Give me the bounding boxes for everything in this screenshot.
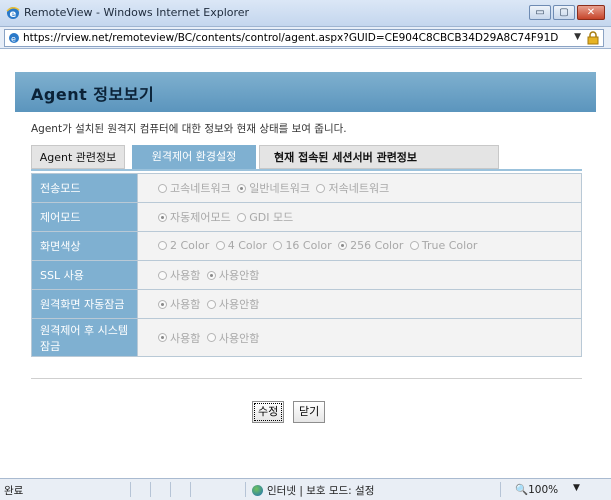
save-button[interactable]: 수정: [252, 401, 285, 423]
lock-icon[interactable]: [586, 31, 600, 45]
row-label: SSL 사용: [31, 260, 138, 290]
radio-option[interactable]: 저속네트워크: [316, 180, 389, 196]
radio-option[interactable]: 고속네트워크: [158, 180, 231, 196]
radio-icon[interactable]: [158, 183, 167, 193]
close-icon: ✕: [586, 7, 596, 18]
system-lock-options: 사용함 사용안함: [137, 318, 582, 357]
svg-text:e: e: [10, 9, 17, 20]
control-mode-options: 자동제어모드 GDI 모드: [137, 202, 582, 232]
row-label: 전송모드: [31, 173, 138, 203]
radio-icon[interactable]: [206, 299, 216, 309]
window-titlebar: e RemoteView - Windows Internet Explorer…: [0, 0, 611, 27]
row-label: 화면색상: [31, 231, 138, 261]
svg-text:e: e: [11, 35, 16, 44]
security-zone[interactable]: 인터넷 | 보호 모드: 설정: [252, 483, 374, 498]
radio-checked-icon[interactable]: [158, 212, 167, 222]
radio-icon[interactable]: [237, 212, 247, 222]
minimize-button[interactable]: ▭: [529, 5, 551, 20]
radio-option[interactable]: 2 Color: [158, 239, 209, 252]
page-content: Agent 정보보기 Agent가 설치된 원격지 컴퓨터에 대한 정보와 현재…: [5, 49, 606, 465]
divider: [190, 482, 191, 497]
row-label: 원격제어 후 시스템잠금: [31, 318, 138, 357]
maximize-icon: ▢: [559, 7, 569, 18]
transfer-mode-options: 고속네트워크 일반네트워크 저속네트워크: [137, 173, 582, 203]
radio-checked-icon[interactable]: [237, 183, 247, 193]
auto-lock-options: 사용함 사용안함: [137, 289, 582, 319]
radio-option[interactable]: 사용함: [158, 296, 200, 312]
divider: [130, 482, 131, 497]
radio-checked-icon[interactable]: [206, 270, 216, 280]
radio-checked-icon[interactable]: [158, 299, 167, 309]
page-description: Agent가 설치된 원격지 컴퓨터에 대한 정보와 현재 상태를 보여 줍니다…: [31, 123, 347, 135]
tab-session-server-info[interactable]: 현재 접속된 세션서버 관련정보: [259, 145, 499, 169]
radio-icon[interactable]: [316, 183, 326, 193]
page-title: Agent 정보보기: [31, 85, 155, 104]
table-row: 제어모드 자동제어모드 GDI 모드: [31, 202, 582, 232]
radio-icon[interactable]: [215, 241, 225, 250]
url-field[interactable]: e https://rview.net/remoteview/BC/conten…: [4, 29, 604, 47]
radio-icon[interactable]: [273, 241, 283, 250]
radio-option[interactable]: 사용안함: [206, 296, 259, 312]
row-label: 원격화면 자동잠금: [31, 289, 138, 319]
radio-icon[interactable]: [158, 270, 167, 280]
window-title: RemoteView - Windows Internet Explorer: [24, 6, 250, 19]
divider: [500, 482, 501, 497]
table-row: 원격제어 후 시스템잠금 사용함 사용안함: [31, 318, 582, 357]
ssl-options: 사용함 사용안함: [137, 260, 582, 290]
radio-checked-icon[interactable]: [158, 333, 167, 342]
radio-icon[interactable]: [206, 333, 216, 342]
address-bar: e https://rview.net/remoteview/BC/conten…: [0, 27, 611, 49]
radio-option[interactable]: 256 Color: [338, 239, 403, 252]
radio-option[interactable]: 사용함: [158, 267, 200, 283]
radio-option[interactable]: True Color: [409, 239, 477, 252]
close-window-button[interactable]: ✕: [577, 5, 605, 20]
radio-option[interactable]: 자동제어모드: [158, 209, 231, 225]
status-text: 완료: [4, 485, 24, 497]
radio-icon[interactable]: [158, 241, 167, 250]
close-button[interactable]: 닫기: [293, 401, 326, 423]
tab-remote-settings[interactable]: 원격제어 환경설정: [132, 145, 256, 169]
address-dropdown-icon[interactable]: ▼: [574, 32, 581, 42]
divider: [31, 378, 582, 379]
ie-logo-icon: e: [6, 7, 20, 20]
divider: [245, 482, 246, 497]
radio-option[interactable]: 사용안함: [206, 330, 259, 346]
table-row: SSL 사용 사용함 사용안함: [31, 260, 582, 290]
globe-icon: [252, 485, 263, 496]
radio-option[interactable]: GDI 모드: [237, 209, 293, 225]
table-row: 화면색상 2 Color 4 Color 16 Color 256 Color …: [31, 231, 582, 261]
settings-table: 전송모드 고속네트워크 일반네트워크 저속네트워크 제어모드 자동제어모드 GD…: [31, 173, 582, 357]
screen-color-options: 2 Color 4 Color 16 Color 256 Color True …: [137, 231, 582, 261]
status-bar: 완료 인터넷 | 보호 모드: 설정 🔍100% ▼: [0, 478, 611, 500]
page-icon: e: [9, 33, 19, 44]
tab-agent-info[interactable]: Agent 관련정보: [31, 145, 125, 169]
zoom-icon: 🔍: [515, 484, 529, 496]
divider: [170, 482, 171, 497]
maximize-button[interactable]: ▢: [553, 5, 575, 20]
zoom-dropdown-icon[interactable]: ▼: [573, 483, 580, 493]
radio-option[interactable]: 16 Color: [273, 239, 332, 252]
radio-checked-icon[interactable]: [338, 241, 348, 250]
minimize-icon: ▭: [535, 7, 545, 18]
radio-icon[interactable]: [409, 241, 419, 250]
row-label: 제어모드: [31, 202, 138, 232]
table-row: 원격화면 자동잠금 사용함 사용안함: [31, 289, 582, 319]
radio-option[interactable]: 일반네트워크: [237, 180, 310, 196]
page-header: Agent 정보보기: [15, 72, 596, 112]
table-row: 전송모드 고속네트워크 일반네트워크 저속네트워크: [31, 173, 582, 203]
tab-underline: [31, 169, 582, 171]
divider: [150, 482, 151, 497]
radio-option[interactable]: 사용함: [158, 330, 200, 346]
radio-option[interactable]: 4 Color: [215, 239, 267, 252]
zoom-level[interactable]: 🔍100%: [515, 483, 558, 496]
radio-option[interactable]: 사용안함: [206, 267, 259, 283]
url-text[interactable]: https://rview.net/remoteview/BC/contents…: [23, 32, 558, 44]
